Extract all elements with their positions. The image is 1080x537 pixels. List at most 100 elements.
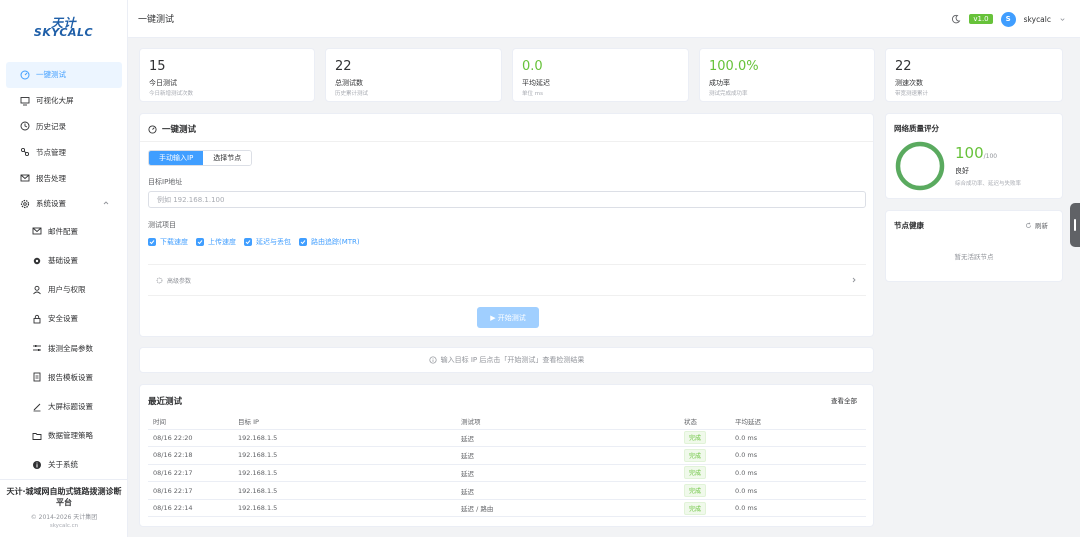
tab-manual-ip[interactable]: 手动输入IP xyxy=(149,151,204,165)
stat-value: 100.0% xyxy=(709,59,759,74)
page-title: 一键测试 xyxy=(138,15,175,25)
sidebar-item-label: 历史记录 xyxy=(36,121,66,131)
avatar[interactable]: S xyxy=(1000,11,1016,27)
check-icon xyxy=(148,238,156,246)
recent-title: 最近测试 xyxy=(148,397,183,407)
chevron-right-icon xyxy=(852,277,856,283)
cell-ip: 192.168.1.5 xyxy=(233,464,456,483)
sidebar-item-users[interactable]: 用户与权限 xyxy=(0,275,128,304)
advanced-label: 高级参数 xyxy=(167,277,192,285)
table-row[interactable]: 08/16 22:18 192.168.1.5 延迟 完成 0.0 ms xyxy=(148,446,866,465)
view-all-link[interactable]: 查看全部 xyxy=(831,395,857,405)
cell-status: 完成 xyxy=(679,429,730,448)
stat-sub: 今日新增测试次数 xyxy=(149,91,194,97)
moon-icon[interactable] xyxy=(951,14,961,24)
username[interactable]: skycalc xyxy=(1024,15,1051,24)
side-drawer-handle[interactable] xyxy=(1070,203,1080,247)
cell-ip: 192.168.1.5 xyxy=(233,499,456,518)
quality-grade: 良好 xyxy=(955,167,969,175)
cell-item: 延迟 xyxy=(456,464,679,483)
sidebar-item-quick-test[interactable]: 一键测试 xyxy=(6,62,122,88)
sidebar-item-reports[interactable]: 报告处理 xyxy=(0,165,128,191)
sidebar-item-mail-config[interactable]: 邮件配置 xyxy=(0,217,128,246)
domain-text: skycalc.cn xyxy=(49,523,79,529)
recent-tests-panel: 最近测试 查看全部 时间 目标 IP 测试项 状态 平均延迟 08/16 22:… xyxy=(139,384,874,527)
cell-item: 延迟 / 路由 xyxy=(456,499,679,518)
cell-ip: 192.168.1.5 xyxy=(233,481,456,500)
sidebar-item-about[interactable]: 关于系统 xyxy=(0,450,128,479)
sidebar-item-data-policy[interactable]: 数据管理策略 xyxy=(0,421,128,450)
sidebar-item-label: 一键测试 xyxy=(36,70,66,80)
checkbox-download[interactable]: 下载速度 xyxy=(148,237,188,247)
cell-latency: 0.0 ms xyxy=(730,446,866,465)
status-badge: 完成 xyxy=(684,448,707,462)
refresh-button[interactable]: 刷新 xyxy=(1025,220,1048,230)
sidebar-item-report-template[interactable]: 报告模板设置 xyxy=(0,363,128,392)
checkbox-label: 路由追踪(MTR) xyxy=(311,238,360,246)
sidebar-item-dashboard[interactable]: 可视化大屏 xyxy=(0,88,128,114)
panel-title: 一键测试 xyxy=(162,125,197,135)
sidebar-item-settings[interactable]: 系统设置 xyxy=(0,191,128,217)
col-status: 状态 xyxy=(679,413,730,430)
stat-card-speedtest: 22 测速次数 带宽测速累计 xyxy=(885,48,1063,102)
stat-value: 0.0 xyxy=(522,59,543,74)
quality-score: 100 xyxy=(955,144,984,162)
folder-icon xyxy=(32,431,42,441)
sidebar-item-label: 报告处理 xyxy=(36,173,66,183)
chevron-down-icon[interactable] xyxy=(1059,16,1066,23)
sidebar-item-basic-settings[interactable]: 基础设置 xyxy=(0,246,128,275)
table-row[interactable]: 08/16 22:17 192.168.1.5 延迟 完成 0.0 ms xyxy=(148,481,866,500)
sidebar-item-label: 安全设置 xyxy=(48,314,78,324)
stat-sub: 带宽测速累计 xyxy=(895,91,929,97)
advanced-params-toggle[interactable]: 高级参数 xyxy=(148,264,866,296)
sidebar-item-label: 关于系统 xyxy=(48,460,78,470)
ip-label: 目标IP地址 xyxy=(148,178,183,186)
cell-ip: 192.168.1.5 xyxy=(233,429,456,448)
checkbox-mtr[interactable]: 路由追踪(MTR) xyxy=(299,237,360,247)
stat-sub: 测试完成成功率 xyxy=(709,91,748,97)
user-icon xyxy=(32,285,42,295)
hint-text: 输入目标 IP 后点击「开始测试」查看检测结果 xyxy=(440,356,585,364)
sidebar-footer: 天计·城域网自助式链路拨测诊断平台 © 2014-2026 天计集团 skyca… xyxy=(0,479,128,537)
gauge-icon xyxy=(20,70,30,80)
col-item: 测试项 xyxy=(456,413,679,430)
refresh-label: 刷新 xyxy=(1035,222,1048,230)
sidebar-item-probe-params[interactable]: 拨测全局参数 xyxy=(0,334,128,363)
sidebar-nav: 一键测试 可视化大屏 历史记录 节点管理 报告处理 系统设置 邮件配置 基础设置… xyxy=(0,62,128,479)
table-row[interactable]: 08/16 22:20 192.168.1.5 延迟 完成 0.0 ms xyxy=(148,429,866,448)
tab-select-node[interactable]: 选择节点 xyxy=(203,151,252,165)
sidebar: 天计 SKYCALC 一键测试 可视化大屏 历史记录 节点管理 报告处理 系统设置 xyxy=(0,0,128,537)
sidebar-item-history[interactable]: 历史记录 xyxy=(0,114,128,140)
gear-icon xyxy=(32,256,42,266)
table-row[interactable]: 08/16 22:14 192.168.1.5 延迟 / 路由 完成 0.0 m… xyxy=(148,499,866,518)
quality-score-card: 网络质量评分 100 /100 良好 综合成功率、延迟与失败率 xyxy=(885,113,1063,199)
sidebar-item-label: 邮件配置 xyxy=(48,226,78,236)
sidebar-item-nodes[interactable]: 节点管理 xyxy=(0,139,128,165)
quality-max: /100 xyxy=(983,153,998,160)
test-items-label: 测试项目 xyxy=(148,221,176,229)
start-test-button[interactable]: ▶ 开始测试 xyxy=(477,307,539,328)
recent-tests-table: 时间 目标 IP 测试项 状态 平均延迟 08/16 22:20 192.168… xyxy=(148,413,866,518)
sidebar-item-label: 用户与权限 xyxy=(48,285,86,295)
checkbox-latency[interactable]: 延迟与丢包 xyxy=(244,237,291,247)
ip-input[interactable]: 例如 192.168.1.100 xyxy=(148,191,866,208)
checkbox-upload[interactable]: 上传速度 xyxy=(196,237,236,247)
stat-label: 成功率 xyxy=(709,79,730,87)
gauge-icon xyxy=(148,124,157,134)
sidebar-item-screen-title[interactable]: 大屏标题设置 xyxy=(0,392,128,421)
col-time: 时间 xyxy=(148,413,233,430)
sidebar-item-security[interactable]: 安全设置 xyxy=(0,304,128,333)
table-row[interactable]: 08/16 22:17 192.168.1.5 延迟 完成 0.0 ms xyxy=(148,464,866,483)
platform-name: 天计·城域网自助式链路拨测诊断平台 xyxy=(6,487,122,507)
refresh-icon xyxy=(1026,222,1031,228)
cell-latency: 0.0 ms xyxy=(730,481,866,500)
checkbox-label: 延迟与丢包 xyxy=(256,238,291,246)
logo[interactable]: 天计 SKYCALC xyxy=(0,0,127,56)
stat-label: 平均延迟 xyxy=(522,79,550,87)
cell-time: 08/16 22:20 xyxy=(148,429,233,448)
chevron-up-icon[interactable] xyxy=(102,199,110,207)
test-items: 下载速度 上传速度 延迟与丢包 路由追踪(MTR) xyxy=(148,237,360,247)
sidebar-item-label: 大屏标题设置 xyxy=(48,402,93,411)
top-header: 一键测试 v1.0 S skycalc xyxy=(128,0,1080,38)
stat-label: 今日测试 xyxy=(149,79,177,87)
